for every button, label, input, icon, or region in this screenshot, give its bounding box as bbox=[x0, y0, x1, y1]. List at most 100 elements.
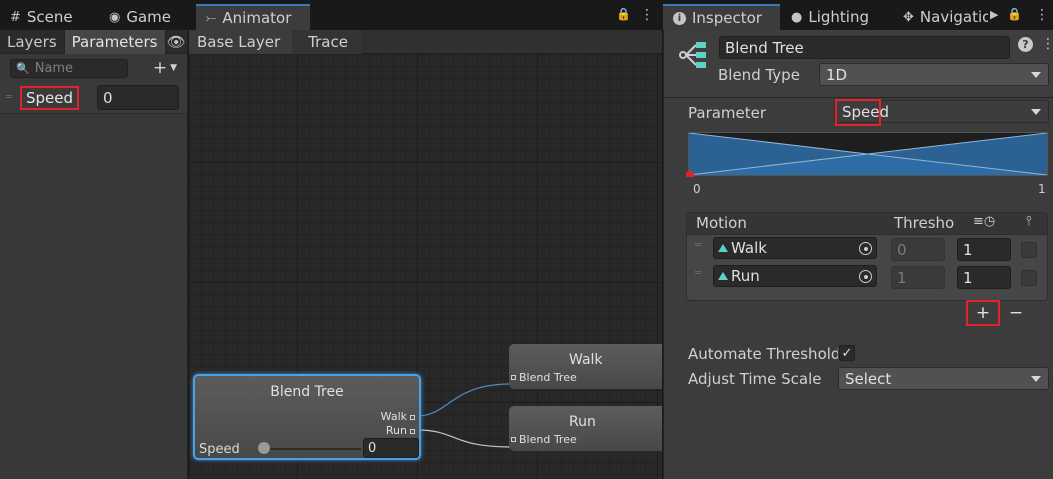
animator-graph[interactable]: Blend Tree Walk Run Speed 0 Walk Blend T… bbox=[189, 54, 662, 479]
mirror-checkbox-walk[interactable] bbox=[1021, 242, 1037, 258]
blend-type-label: Blend Type bbox=[718, 66, 800, 84]
mirror-header-icon: ⫯ bbox=[1026, 214, 1032, 229]
walk-motion-node[interactable]: Walk Blend Tree bbox=[509, 344, 662, 389]
animator-icon: ⤚ bbox=[206, 10, 217, 26]
port-run[interactable]: Run bbox=[381, 424, 415, 438]
run-node-inport[interactable]: Blend Tree bbox=[511, 433, 577, 446]
motion-name-run: Run bbox=[731, 267, 760, 285]
blend-type-value: 1D bbox=[826, 65, 848, 84]
breadcrumb-base-layer[interactable]: Base Layer bbox=[189, 29, 299, 54]
blend-tree-name-field[interactable]: Blend Tree bbox=[719, 36, 1010, 59]
port-dot-icon bbox=[511, 437, 516, 442]
walk-inport-label: Blend Tree bbox=[519, 371, 577, 384]
more-icon[interactable]: ⋮ bbox=[1041, 36, 1053, 52]
run-motion-node[interactable]: Run Blend Tree bbox=[509, 406, 662, 451]
chevron-down-icon bbox=[1031, 376, 1041, 382]
drag-handle-icon[interactable]: ═ bbox=[6, 92, 16, 102]
motion-list: Motion Thresho ≡◷ ⫯ ═ Walk 0 1 ═ Run 1 1 bbox=[686, 212, 1048, 301]
motion-row-walk[interactable]: ═ Walk 0 1 bbox=[687, 235, 1047, 263]
search-icon: 🔍 bbox=[16, 61, 30, 75]
tab-lighting[interactable]: ● Lighting bbox=[781, 4, 891, 30]
tab-scene[interactable]: # Scene bbox=[0, 4, 99, 30]
parameter-label: Parameter bbox=[688, 104, 767, 122]
motion-field-walk[interactable]: Walk bbox=[713, 237, 877, 259]
tab-animator-label: Animator bbox=[222, 9, 292, 27]
parameters-panel: Layers Parameters 👁 🔍 Name + ▼ ═ Speed 0 bbox=[0, 30, 188, 479]
parameter-dropdown[interactable]: Speed bbox=[834, 99, 1049, 126]
threshold-field-run: 1 bbox=[891, 266, 945, 289]
node-speed-slider-handle[interactable] bbox=[258, 442, 270, 454]
tab-scroll-right-icon[interactable]: ▶ bbox=[990, 8, 998, 21]
parameter-row-speed[interactable]: ═ Speed 0 bbox=[0, 82, 187, 114]
walk-node-inport[interactable]: Blend Tree bbox=[511, 371, 577, 384]
tab-animator[interactable]: ⤚ Animator bbox=[196, 4, 310, 30]
drag-handle-icon[interactable]: ═ bbox=[695, 269, 705, 279]
current-value-marker[interactable] bbox=[686, 171, 694, 177]
motion-icon bbox=[718, 244, 728, 252]
add-motion-button[interactable]: + bbox=[966, 300, 1000, 326]
timescale-field-run[interactable]: 1 bbox=[957, 266, 1011, 289]
gamepad-icon: ◉ bbox=[109, 9, 121, 25]
motion-field-run[interactable]: Run bbox=[713, 265, 877, 287]
port-walk[interactable]: Walk bbox=[381, 410, 415, 424]
blend-tree-ports: Walk Run bbox=[381, 410, 415, 438]
adjust-time-scale-value: Select bbox=[845, 369, 892, 388]
parameter-value-field[interactable]: 0 bbox=[97, 85, 180, 110]
blend-type-dropdown[interactable]: 1D bbox=[819, 63, 1049, 86]
threshold-header: Thresho bbox=[894, 214, 954, 232]
motion-row-run[interactable]: ═ Run 1 1 bbox=[687, 263, 1047, 291]
params-subtabs: Layers Parameters 👁 bbox=[0, 30, 187, 54]
lock-icon[interactable]: 🔒 bbox=[1007, 7, 1022, 21]
automate-thresholds-checkbox[interactable]: ✓ bbox=[839, 345, 855, 361]
port-run-label: Run bbox=[385, 424, 407, 437]
tab-game[interactable]: ◉ Game bbox=[99, 4, 194, 30]
tab-navigation[interactable]: ✥ Navigatio bbox=[893, 4, 988, 30]
grid-icon: # bbox=[10, 9, 21, 25]
blend-visualization[interactable] bbox=[686, 132, 1048, 177]
timescale-field-walk[interactable]: 1 bbox=[957, 238, 1011, 261]
range-min-label: 0 bbox=[693, 182, 701, 196]
tab-parameters[interactable]: Parameters bbox=[64, 30, 166, 54]
more-icon[interactable]: ⋮ bbox=[640, 7, 654, 23]
remove-motion-button[interactable]: − bbox=[1004, 302, 1028, 324]
mirror-checkbox-run[interactable] bbox=[1021, 270, 1037, 286]
port-dot-icon bbox=[511, 375, 516, 380]
tab-inspector[interactable]: i Inspector bbox=[663, 4, 780, 30]
tab-lighting-label: Lighting bbox=[808, 8, 869, 26]
params-search-row: 🔍 Name + ▼ bbox=[0, 54, 187, 82]
breadcrumb: Base Layer Trace bbox=[189, 29, 662, 54]
help-icon[interactable]: ? bbox=[1018, 37, 1033, 52]
search-placeholder: Name bbox=[34, 60, 74, 76]
node-speed-value-field[interactable]: 0 bbox=[363, 438, 419, 458]
tab-layers[interactable]: Layers bbox=[0, 30, 65, 54]
eye-icon[interactable]: 👁 bbox=[166, 30, 188, 53]
more-icon[interactable]: ⋮ bbox=[1035, 7, 1049, 23]
adjust-time-scale-label: Adjust Time Scale bbox=[688, 370, 822, 388]
range-max-label: 1 bbox=[1038, 182, 1046, 196]
object-picker-icon[interactable] bbox=[859, 270, 872, 283]
blend-tree-node-title: Blend Tree bbox=[270, 384, 344, 400]
node-speed-slider-track[interactable] bbox=[261, 448, 361, 450]
tab-navigation-label: Navigatio bbox=[919, 8, 988, 26]
object-picker-icon[interactable] bbox=[859, 242, 872, 255]
motion-list-header: Motion Thresho ≡◷ ⫯ bbox=[687, 213, 1047, 235]
blend-tree-icon bbox=[679, 42, 706, 68]
motion-name-walk: Walk bbox=[731, 239, 767, 257]
threshold-field-walk: 0 bbox=[891, 238, 945, 261]
drag-handle-icon[interactable]: ═ bbox=[695, 241, 705, 251]
parameter-name[interactable]: Speed bbox=[20, 85, 80, 110]
blend-graph bbox=[688, 132, 1048, 176]
blend-tree-node[interactable]: Blend Tree Walk Run Speed 0 bbox=[193, 374, 421, 460]
port-dot-icon bbox=[410, 428, 415, 434]
chevron-down-icon: ▼ bbox=[170, 63, 177, 73]
bulb-icon: ● bbox=[791, 9, 803, 25]
run-node-title: Run bbox=[569, 414, 596, 430]
param-search-input[interactable]: 🔍 Name bbox=[10, 58, 128, 78]
add-parameter-button[interactable]: + ▼ bbox=[153, 58, 177, 78]
tab-inspector-label: Inspector bbox=[692, 9, 762, 27]
breadcrumb-trace[interactable]: Trace bbox=[292, 29, 362, 54]
adjust-time-scale-dropdown[interactable]: Select bbox=[838, 367, 1049, 390]
chevron-down-icon bbox=[1031, 109, 1041, 115]
lock-icon[interactable]: 🔒 bbox=[616, 7, 631, 21]
chevron-down-icon bbox=[1031, 72, 1041, 78]
